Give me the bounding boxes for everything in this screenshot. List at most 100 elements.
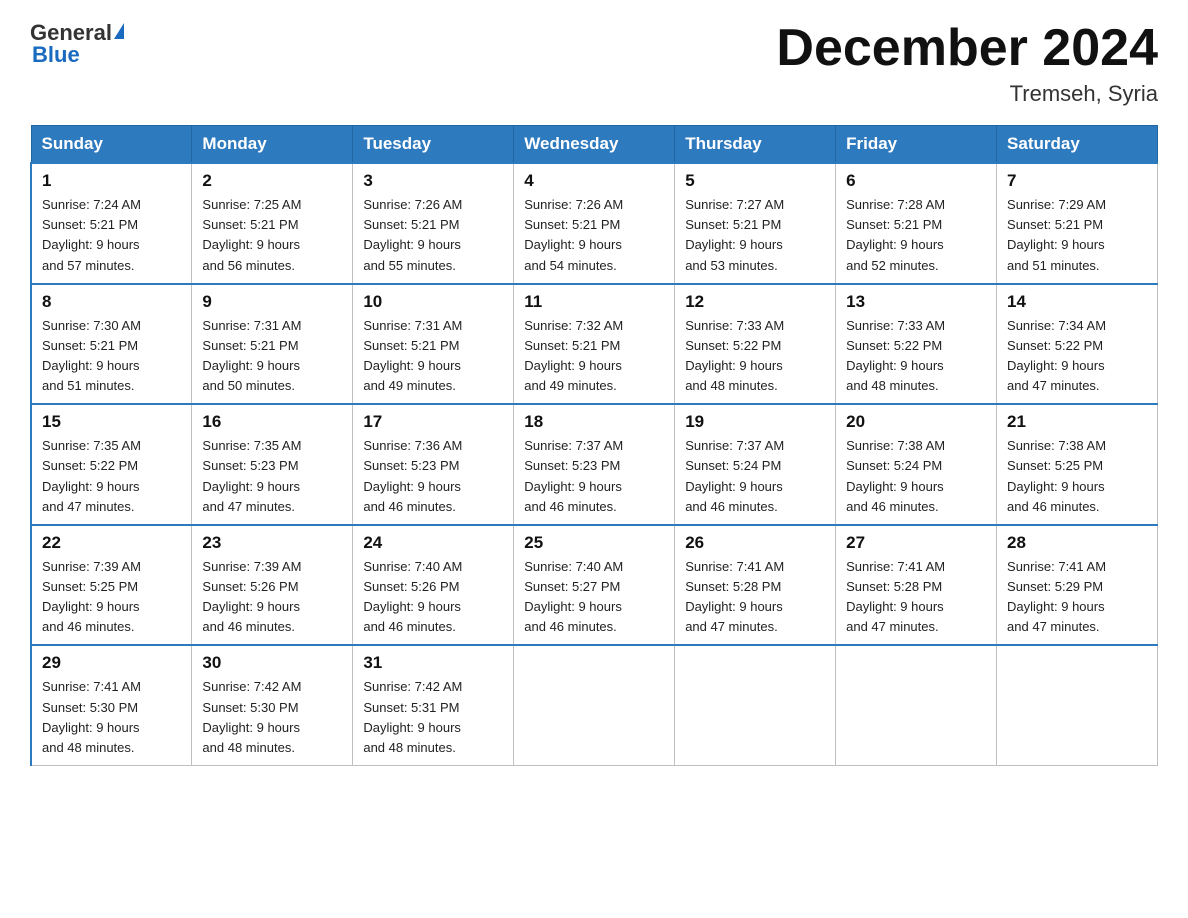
day-cell: 26 Sunrise: 7:41 AMSunset: 5:28 PMDaylig… bbox=[675, 525, 836, 646]
day-number: 24 bbox=[363, 533, 503, 553]
day-cell: 16 Sunrise: 7:35 AMSunset: 5:23 PMDaylig… bbox=[192, 404, 353, 525]
day-cell bbox=[514, 645, 675, 765]
day-info: Sunrise: 7:27 AMSunset: 5:21 PMDaylight:… bbox=[685, 197, 784, 272]
day-number: 11 bbox=[524, 292, 664, 312]
day-info: Sunrise: 7:35 AMSunset: 5:23 PMDaylight:… bbox=[202, 438, 301, 513]
week-row-2: 8 Sunrise: 7:30 AMSunset: 5:21 PMDayligh… bbox=[31, 284, 1158, 405]
header-wednesday: Wednesday bbox=[514, 126, 675, 164]
day-number: 9 bbox=[202, 292, 342, 312]
day-info: Sunrise: 7:35 AMSunset: 5:22 PMDaylight:… bbox=[42, 438, 141, 513]
week-row-4: 22 Sunrise: 7:39 AMSunset: 5:25 PMDaylig… bbox=[31, 525, 1158, 646]
day-info: Sunrise: 7:40 AMSunset: 5:27 PMDaylight:… bbox=[524, 559, 623, 634]
day-cell: 11 Sunrise: 7:32 AMSunset: 5:21 PMDaylig… bbox=[514, 284, 675, 405]
day-info: Sunrise: 7:24 AMSunset: 5:21 PMDaylight:… bbox=[42, 197, 141, 272]
day-cell: 14 Sunrise: 7:34 AMSunset: 5:22 PMDaylig… bbox=[997, 284, 1158, 405]
day-number: 5 bbox=[685, 171, 825, 191]
day-info: Sunrise: 7:38 AMSunset: 5:25 PMDaylight:… bbox=[1007, 438, 1106, 513]
day-number: 13 bbox=[846, 292, 986, 312]
day-info: Sunrise: 7:41 AMSunset: 5:28 PMDaylight:… bbox=[685, 559, 784, 634]
day-number: 15 bbox=[42, 412, 181, 432]
header: General Blue December 2024 Tremseh, Syri… bbox=[30, 20, 1158, 107]
day-number: 28 bbox=[1007, 533, 1147, 553]
day-cell: 18 Sunrise: 7:37 AMSunset: 5:23 PMDaylig… bbox=[514, 404, 675, 525]
day-number: 8 bbox=[42, 292, 181, 312]
day-cell: 29 Sunrise: 7:41 AMSunset: 5:30 PMDaylig… bbox=[31, 645, 192, 765]
day-info: Sunrise: 7:25 AMSunset: 5:21 PMDaylight:… bbox=[202, 197, 301, 272]
header-tuesday: Tuesday bbox=[353, 126, 514, 164]
day-number: 29 bbox=[42, 653, 181, 673]
day-cell: 20 Sunrise: 7:38 AMSunset: 5:24 PMDaylig… bbox=[836, 404, 997, 525]
day-info: Sunrise: 7:39 AMSunset: 5:26 PMDaylight:… bbox=[202, 559, 301, 634]
day-cell bbox=[675, 645, 836, 765]
calendar-title: December 2024 bbox=[776, 20, 1158, 77]
day-cell: 23 Sunrise: 7:39 AMSunset: 5:26 PMDaylig… bbox=[192, 525, 353, 646]
day-cell: 1 Sunrise: 7:24 AMSunset: 5:21 PMDayligh… bbox=[31, 163, 192, 284]
day-cell: 22 Sunrise: 7:39 AMSunset: 5:25 PMDaylig… bbox=[31, 525, 192, 646]
day-info: Sunrise: 7:41 AMSunset: 5:29 PMDaylight:… bbox=[1007, 559, 1106, 634]
day-number: 10 bbox=[363, 292, 503, 312]
day-number: 22 bbox=[42, 533, 181, 553]
header-thursday: Thursday bbox=[675, 126, 836, 164]
day-cell: 30 Sunrise: 7:42 AMSunset: 5:30 PMDaylig… bbox=[192, 645, 353, 765]
day-cell: 9 Sunrise: 7:31 AMSunset: 5:21 PMDayligh… bbox=[192, 284, 353, 405]
day-cell: 27 Sunrise: 7:41 AMSunset: 5:28 PMDaylig… bbox=[836, 525, 997, 646]
day-info: Sunrise: 7:41 AMSunset: 5:28 PMDaylight:… bbox=[846, 559, 945, 634]
day-number: 1 bbox=[42, 171, 181, 191]
day-info: Sunrise: 7:38 AMSunset: 5:24 PMDaylight:… bbox=[846, 438, 945, 513]
day-info: Sunrise: 7:37 AMSunset: 5:23 PMDaylight:… bbox=[524, 438, 623, 513]
day-info: Sunrise: 7:30 AMSunset: 5:21 PMDaylight:… bbox=[42, 318, 141, 393]
day-info: Sunrise: 7:26 AMSunset: 5:21 PMDaylight:… bbox=[524, 197, 623, 272]
day-cell: 21 Sunrise: 7:38 AMSunset: 5:25 PMDaylig… bbox=[997, 404, 1158, 525]
day-number: 6 bbox=[846, 171, 986, 191]
day-number: 2 bbox=[202, 171, 342, 191]
day-info: Sunrise: 7:31 AMSunset: 5:21 PMDaylight:… bbox=[202, 318, 301, 393]
day-cell bbox=[997, 645, 1158, 765]
logo-blue-text: Blue bbox=[30, 42, 80, 68]
day-cell: 13 Sunrise: 7:33 AMSunset: 5:22 PMDaylig… bbox=[836, 284, 997, 405]
day-cell: 8 Sunrise: 7:30 AMSunset: 5:21 PMDayligh… bbox=[31, 284, 192, 405]
day-cell: 24 Sunrise: 7:40 AMSunset: 5:26 PMDaylig… bbox=[353, 525, 514, 646]
logo-triangle-icon bbox=[114, 23, 124, 39]
day-number: 17 bbox=[363, 412, 503, 432]
day-info: Sunrise: 7:31 AMSunset: 5:21 PMDaylight:… bbox=[363, 318, 462, 393]
title-area: December 2024 Tremseh, Syria bbox=[776, 20, 1158, 107]
week-row-5: 29 Sunrise: 7:41 AMSunset: 5:30 PMDaylig… bbox=[31, 645, 1158, 765]
day-cell: 19 Sunrise: 7:37 AMSunset: 5:24 PMDaylig… bbox=[675, 404, 836, 525]
day-number: 21 bbox=[1007, 412, 1147, 432]
day-cell: 2 Sunrise: 7:25 AMSunset: 5:21 PMDayligh… bbox=[192, 163, 353, 284]
day-cell: 31 Sunrise: 7:42 AMSunset: 5:31 PMDaylig… bbox=[353, 645, 514, 765]
day-cell: 17 Sunrise: 7:36 AMSunset: 5:23 PMDaylig… bbox=[353, 404, 514, 525]
day-cell: 10 Sunrise: 7:31 AMSunset: 5:21 PMDaylig… bbox=[353, 284, 514, 405]
header-saturday: Saturday bbox=[997, 126, 1158, 164]
day-info: Sunrise: 7:33 AMSunset: 5:22 PMDaylight:… bbox=[685, 318, 784, 393]
day-number: 3 bbox=[363, 171, 503, 191]
day-cell: 12 Sunrise: 7:33 AMSunset: 5:22 PMDaylig… bbox=[675, 284, 836, 405]
day-number: 31 bbox=[363, 653, 503, 673]
day-cell: 4 Sunrise: 7:26 AMSunset: 5:21 PMDayligh… bbox=[514, 163, 675, 284]
day-number: 19 bbox=[685, 412, 825, 432]
header-row: Sunday Monday Tuesday Wednesday Thursday… bbox=[31, 126, 1158, 164]
logo: General Blue bbox=[30, 20, 126, 68]
day-number: 18 bbox=[524, 412, 664, 432]
day-number: 7 bbox=[1007, 171, 1147, 191]
header-monday: Monday bbox=[192, 126, 353, 164]
day-info: Sunrise: 7:34 AMSunset: 5:22 PMDaylight:… bbox=[1007, 318, 1106, 393]
day-cell: 6 Sunrise: 7:28 AMSunset: 5:21 PMDayligh… bbox=[836, 163, 997, 284]
day-info: Sunrise: 7:40 AMSunset: 5:26 PMDaylight:… bbox=[363, 559, 462, 634]
calendar-subtitle: Tremseh, Syria bbox=[776, 81, 1158, 107]
day-info: Sunrise: 7:39 AMSunset: 5:25 PMDaylight:… bbox=[42, 559, 141, 634]
week-row-3: 15 Sunrise: 7:35 AMSunset: 5:22 PMDaylig… bbox=[31, 404, 1158, 525]
header-friday: Friday bbox=[836, 126, 997, 164]
day-number: 14 bbox=[1007, 292, 1147, 312]
day-info: Sunrise: 7:36 AMSunset: 5:23 PMDaylight:… bbox=[363, 438, 462, 513]
week-row-1: 1 Sunrise: 7:24 AMSunset: 5:21 PMDayligh… bbox=[31, 163, 1158, 284]
day-info: Sunrise: 7:26 AMSunset: 5:21 PMDaylight:… bbox=[363, 197, 462, 272]
day-number: 4 bbox=[524, 171, 664, 191]
day-cell: 25 Sunrise: 7:40 AMSunset: 5:27 PMDaylig… bbox=[514, 525, 675, 646]
day-number: 30 bbox=[202, 653, 342, 673]
day-cell: 3 Sunrise: 7:26 AMSunset: 5:21 PMDayligh… bbox=[353, 163, 514, 284]
day-info: Sunrise: 7:29 AMSunset: 5:21 PMDaylight:… bbox=[1007, 197, 1106, 272]
day-info: Sunrise: 7:28 AMSunset: 5:21 PMDaylight:… bbox=[846, 197, 945, 272]
day-cell bbox=[836, 645, 997, 765]
day-cell: 5 Sunrise: 7:27 AMSunset: 5:21 PMDayligh… bbox=[675, 163, 836, 284]
